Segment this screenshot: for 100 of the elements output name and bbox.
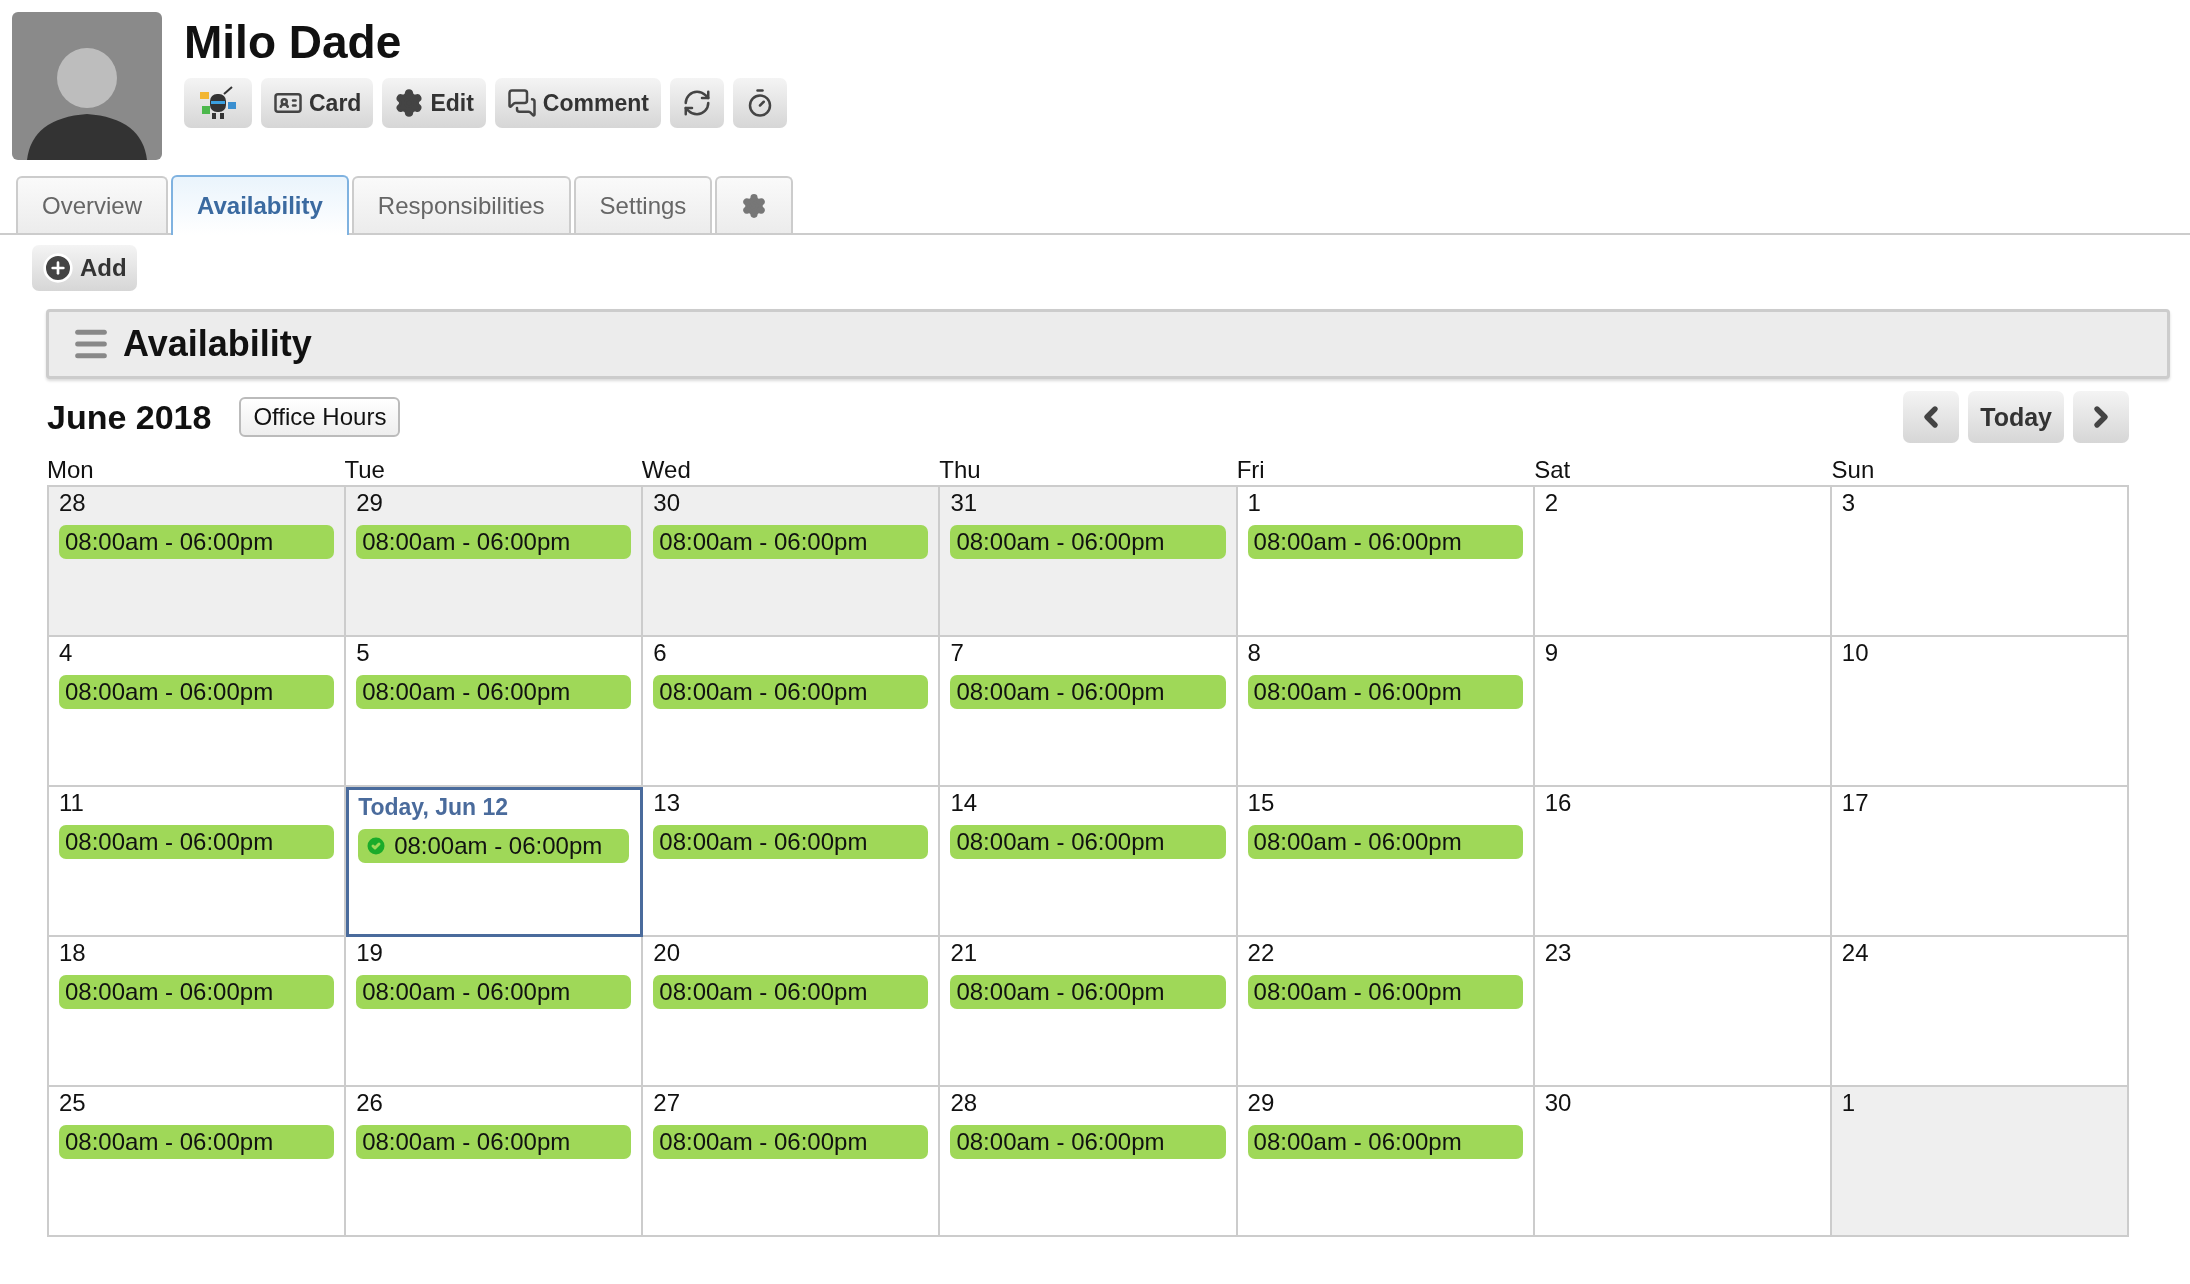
event-chip[interactable]: 08:00am - 06:00pm xyxy=(653,675,929,709)
day-number: 9 xyxy=(1544,639,1559,666)
day-cell[interactable]: 1 xyxy=(1831,1087,2129,1237)
day-cell[interactable]: 20 08:00am - 06:00pm xyxy=(643,937,941,1087)
day-cell[interactable]: 21 08:00am - 06:00pm xyxy=(940,937,1238,1087)
day-cell[interactable]: 10 xyxy=(1831,637,2129,787)
event-chip[interactable]: 08:00am - 06:00pm xyxy=(950,975,1226,1009)
view-button[interactable]: Office Hours xyxy=(239,397,401,437)
day-cell[interactable]: 22 08:00am - 06:00pm xyxy=(1237,937,1535,1087)
event-chip[interactable]: 08:00am - 06:00pm xyxy=(356,1125,632,1159)
day-cell[interactable]: 14 08:00am - 06:00pm xyxy=(940,787,1238,937)
day-cell[interactable]: 2 xyxy=(1534,487,1832,637)
event-chip[interactable]: 08:00am - 06:00pm xyxy=(950,525,1226,559)
previous-button[interactable] xyxy=(1903,391,1960,443)
toolbar-icon-button[interactable] xyxy=(732,78,787,128)
day-number: 30 xyxy=(1544,1089,1572,1116)
day-cell[interactable]: 25 08:00am - 06:00pm xyxy=(49,1087,347,1237)
tab[interactable] xyxy=(715,176,794,233)
day-cell[interactable]: 29 08:00am - 06:00pm xyxy=(1237,1087,1535,1237)
day-cell[interactable]: 24 xyxy=(1831,937,2129,1087)
panel-title: Availability xyxy=(123,323,312,365)
day-number: 28 xyxy=(950,1089,978,1116)
toolbar-icon-button[interactable] xyxy=(184,78,252,128)
event-chip[interactable]: 08:00am - 06:00pm xyxy=(1247,525,1523,559)
day-cell[interactable]: 30 08:00am - 06:00pm xyxy=(643,487,941,637)
today-button[interactable]: Today xyxy=(1968,391,2064,443)
day-cell[interactable]: 29 08:00am - 06:00pm xyxy=(346,487,644,637)
event-chip[interactable]: 08:00am - 06:00pm xyxy=(356,975,632,1009)
event-chip[interactable]: 08:00am - 06:00pm xyxy=(356,525,632,559)
day-cell[interactable]: 11 08:00am - 06:00pm xyxy=(49,787,347,937)
day-number: 25 xyxy=(59,1089,86,1116)
day-cell[interactable]: 17 xyxy=(1831,787,2129,937)
day-cell[interactable]: 5 08:00am - 06:00pm xyxy=(346,637,644,787)
day-cell[interactable]: 28 08:00am - 06:00pm xyxy=(49,487,347,637)
event-chip[interactable]: 08:00am - 06:00pm xyxy=(950,825,1226,859)
event-chip[interactable]: 08:00am - 06:00pm xyxy=(1247,675,1523,709)
day-cell[interactable]: 9 xyxy=(1534,637,1832,787)
toolbar-button[interactable]: Comment xyxy=(494,78,661,128)
day-number: 7 xyxy=(950,639,964,666)
day-cell[interactable]: 6 08:00am - 06:00pm xyxy=(643,637,941,787)
event-chip[interactable]: 08:00am - 06:00pm xyxy=(59,675,335,709)
day-cell[interactable]: 3 xyxy=(1831,487,2129,637)
day-number: 21 xyxy=(950,939,978,966)
next-button[interactable] xyxy=(2073,391,2129,443)
tab[interactable]: Overview xyxy=(16,176,169,233)
toolbar-icon-button[interactable] xyxy=(669,78,724,128)
day-cell[interactable]: 1 08:00am - 06:00pm xyxy=(1237,487,1535,637)
day-cell[interactable]: 30 xyxy=(1534,1087,1832,1237)
day-number: 28 xyxy=(59,489,86,516)
event-chip[interactable]: 08:00am - 06:00pm xyxy=(59,975,335,1009)
day-cell[interactable]: 7 08:00am - 06:00pm xyxy=(940,637,1238,787)
day-cell[interactable]: 26 08:00am - 06:00pm xyxy=(346,1087,644,1237)
gear-icon xyxy=(394,88,425,118)
day-cell[interactable]: 31 08:00am - 06:00pm xyxy=(940,487,1238,637)
day-cell[interactable]: 8 08:00am - 06:00pm xyxy=(1237,637,1535,787)
day-cell[interactable]: 15 08:00am - 06:00pm xyxy=(1237,787,1535,937)
event-chip[interactable]: 08:00am - 06:00pm xyxy=(653,975,929,1009)
day-number: 8 xyxy=(1247,639,1261,666)
event-chip[interactable]: 08:00am - 06:00pm xyxy=(653,825,929,859)
event-chip[interactable]: 08:00am - 06:00pm xyxy=(1247,825,1523,859)
event-chip[interactable]: 08:00am - 06:00pm xyxy=(59,525,335,559)
event-chip[interactable]: 08:00am - 06:00pm xyxy=(950,1125,1226,1159)
day-cell[interactable]: 23 xyxy=(1534,937,1832,1087)
day-number: 29 xyxy=(356,489,383,516)
day-number: 4 xyxy=(59,639,73,666)
day-number: 1 xyxy=(1841,1089,1856,1116)
day-cell[interactable]: 4 08:00am - 06:00pm xyxy=(49,637,347,787)
day-number: 19 xyxy=(356,939,383,966)
toolbar-button[interactable]: Edit xyxy=(382,78,486,128)
day-cell[interactable]: 18 08:00am - 06:00pm xyxy=(49,937,347,1087)
tab[interactable]: Settings xyxy=(573,176,713,233)
day-cell[interactable]: 13 08:00am - 06:00pm xyxy=(643,787,941,937)
event-chip[interactable]: 08:00am - 06:00pm xyxy=(356,675,632,709)
day-number: 29 xyxy=(1247,1089,1275,1116)
event-chip[interactable]: 08:00am - 06:00pm xyxy=(1247,975,1523,1009)
day-number: 15 xyxy=(1247,789,1275,816)
event-chip[interactable]: 08:00am - 06:00pm xyxy=(653,1125,929,1159)
event-chip[interactable]: 08:00am - 06:00pm xyxy=(1247,1125,1523,1159)
weekday-label: Tue xyxy=(344,456,385,483)
person-name: Milo Dade xyxy=(184,15,403,70)
day-number: 14 xyxy=(950,789,978,816)
toolbar-button[interactable]: Card xyxy=(261,78,374,128)
today-cell[interactable]: Today, Jun 12 08:00am - 06:00pm xyxy=(346,787,644,937)
day-cell[interactable]: 19 08:00am - 06:00pm xyxy=(346,937,644,1087)
event-chip[interactable]: 08:00am - 06:00pm xyxy=(59,1125,335,1159)
add-button[interactable]: Add xyxy=(32,245,137,291)
day-number: 31 xyxy=(950,489,978,516)
event-chip[interactable]: 08:00am - 06:00pm xyxy=(950,675,1226,709)
day-cell[interactable]: 28 08:00am - 06:00pm xyxy=(940,1087,1238,1237)
event-chip[interactable]: 08:00am - 06:00pm xyxy=(59,825,335,859)
day-cell[interactable]: 16 xyxy=(1534,787,1832,937)
day-cell[interactable]: 27 08:00am - 06:00pm xyxy=(643,1087,941,1237)
tab[interactable]: Responsibilities xyxy=(351,176,571,233)
weekday-label: Sat xyxy=(1534,456,1571,483)
event-chip[interactable]: 08:00am - 06:00pm xyxy=(653,525,929,559)
day-number: 17 xyxy=(1841,789,1869,816)
event-chip[interactable]: 08:00am - 06:00pm xyxy=(358,829,630,863)
plus-icon xyxy=(42,252,74,284)
day-number: 20 xyxy=(653,939,680,966)
tab[interactable]: Availability xyxy=(171,175,349,235)
